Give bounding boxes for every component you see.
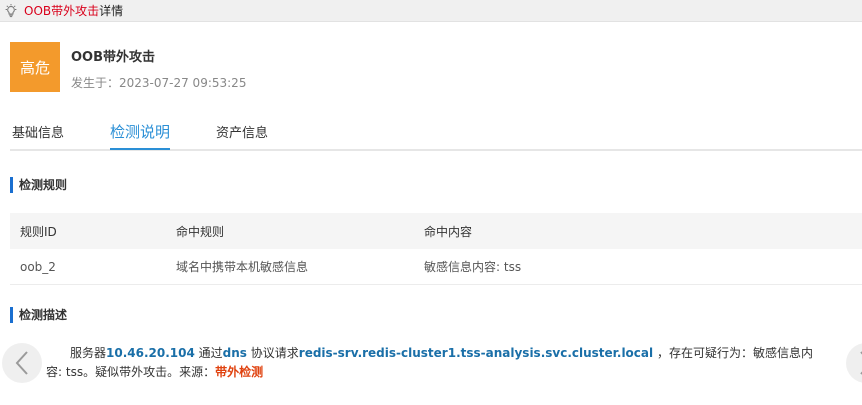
severity-badge: 高危: [10, 42, 60, 92]
table-header: 规则ID 命中规则 命中内容: [10, 213, 862, 249]
desc-domain: redis-srv.redis-cluster1.tss-analysis.sv…: [298, 346, 654, 360]
cell-hit-content: 敏感信息内容: tss: [424, 260, 522, 274]
window-title-prefix: OOB带外攻击: [24, 4, 100, 18]
chevron-left-icon: [15, 351, 28, 375]
desc-server-ip: 10.46.20.104: [106, 346, 195, 360]
column-header-hit-content: 命中内容: [424, 224, 473, 239]
cell-hit-rule: 域名中携带本机敏感信息: [176, 260, 309, 274]
tab-asset-info[interactable]: 资产信息: [216, 122, 268, 151]
table-row: oob_2 域名中携带本机敏感信息 敏感信息内容: tss: [10, 249, 862, 285]
column-header-rule-id: 规则ID: [20, 224, 57, 239]
lightbulb-icon: [5, 3, 17, 17]
alert-title: OOB带外攻击: [71, 50, 156, 65]
tab-bar: 基础信息 检测说明 资产信息: [10, 118, 862, 151]
chevron-right-icon: [860, 351, 862, 375]
window-title-suffix: 详情: [99, 4, 124, 18]
prev-button[interactable]: [2, 343, 42, 383]
column-header-hit-rule: 命中规则: [176, 224, 225, 239]
alert-header: 高危 OOB带外攻击 发生于：2023-07-27 09:53:25: [10, 42, 246, 92]
alert-time: 发生于：2023-07-27 09:53:25: [71, 76, 247, 90]
tab-detection-explanation[interactable]: 检测说明: [110, 121, 171, 150]
alert-header-text: OOB带外攻击 发生于：2023-07-27 09:53:25: [71, 42, 246, 92]
tab-basic-info[interactable]: 基础信息: [12, 122, 64, 151]
desc-text-via: 通过: [194, 346, 223, 360]
desc-protocol: dns: [222, 346, 247, 360]
desc-text-server: 服务器: [70, 346, 107, 360]
next-button[interactable]: [846, 343, 862, 383]
cell-rule-id: oob_2: [20, 259, 56, 274]
desc-source: 带外检测: [215, 365, 264, 379]
rules-section-title: 检测规则: [10, 177, 67, 193]
desc-section-title: 检测描述: [10, 307, 67, 323]
desc-text-protocol-request: 协议请求: [246, 346, 299, 360]
title-bar: OOB带外攻击 详情: [0, 0, 862, 22]
detection-description: 服务器10.46.20.104 通过dns 协议请求redis-srv.redi…: [46, 344, 826, 382]
rules-table: 规则ID 命中规则 命中内容 oob_2 域名中携带本机敏感信息 敏感信息内容:…: [10, 213, 862, 285]
